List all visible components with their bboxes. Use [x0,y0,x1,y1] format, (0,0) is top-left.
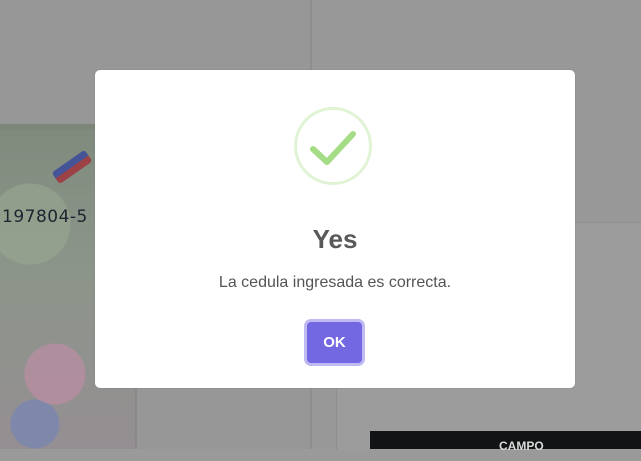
flag-emblem-icon [51,149,93,185]
ok-button[interactable]: OK [307,322,362,363]
success-check-icon [294,107,372,185]
dialog-title: Yes [312,224,358,254]
success-dialog: Yes La cedula ingresada es correcta. OK [95,70,575,388]
table-header-campo: CAMPO [370,431,641,453]
dialog-message: La cedula ingresada es correcta. [218,274,452,291]
id-card-number: 197804-5 [2,207,88,227]
